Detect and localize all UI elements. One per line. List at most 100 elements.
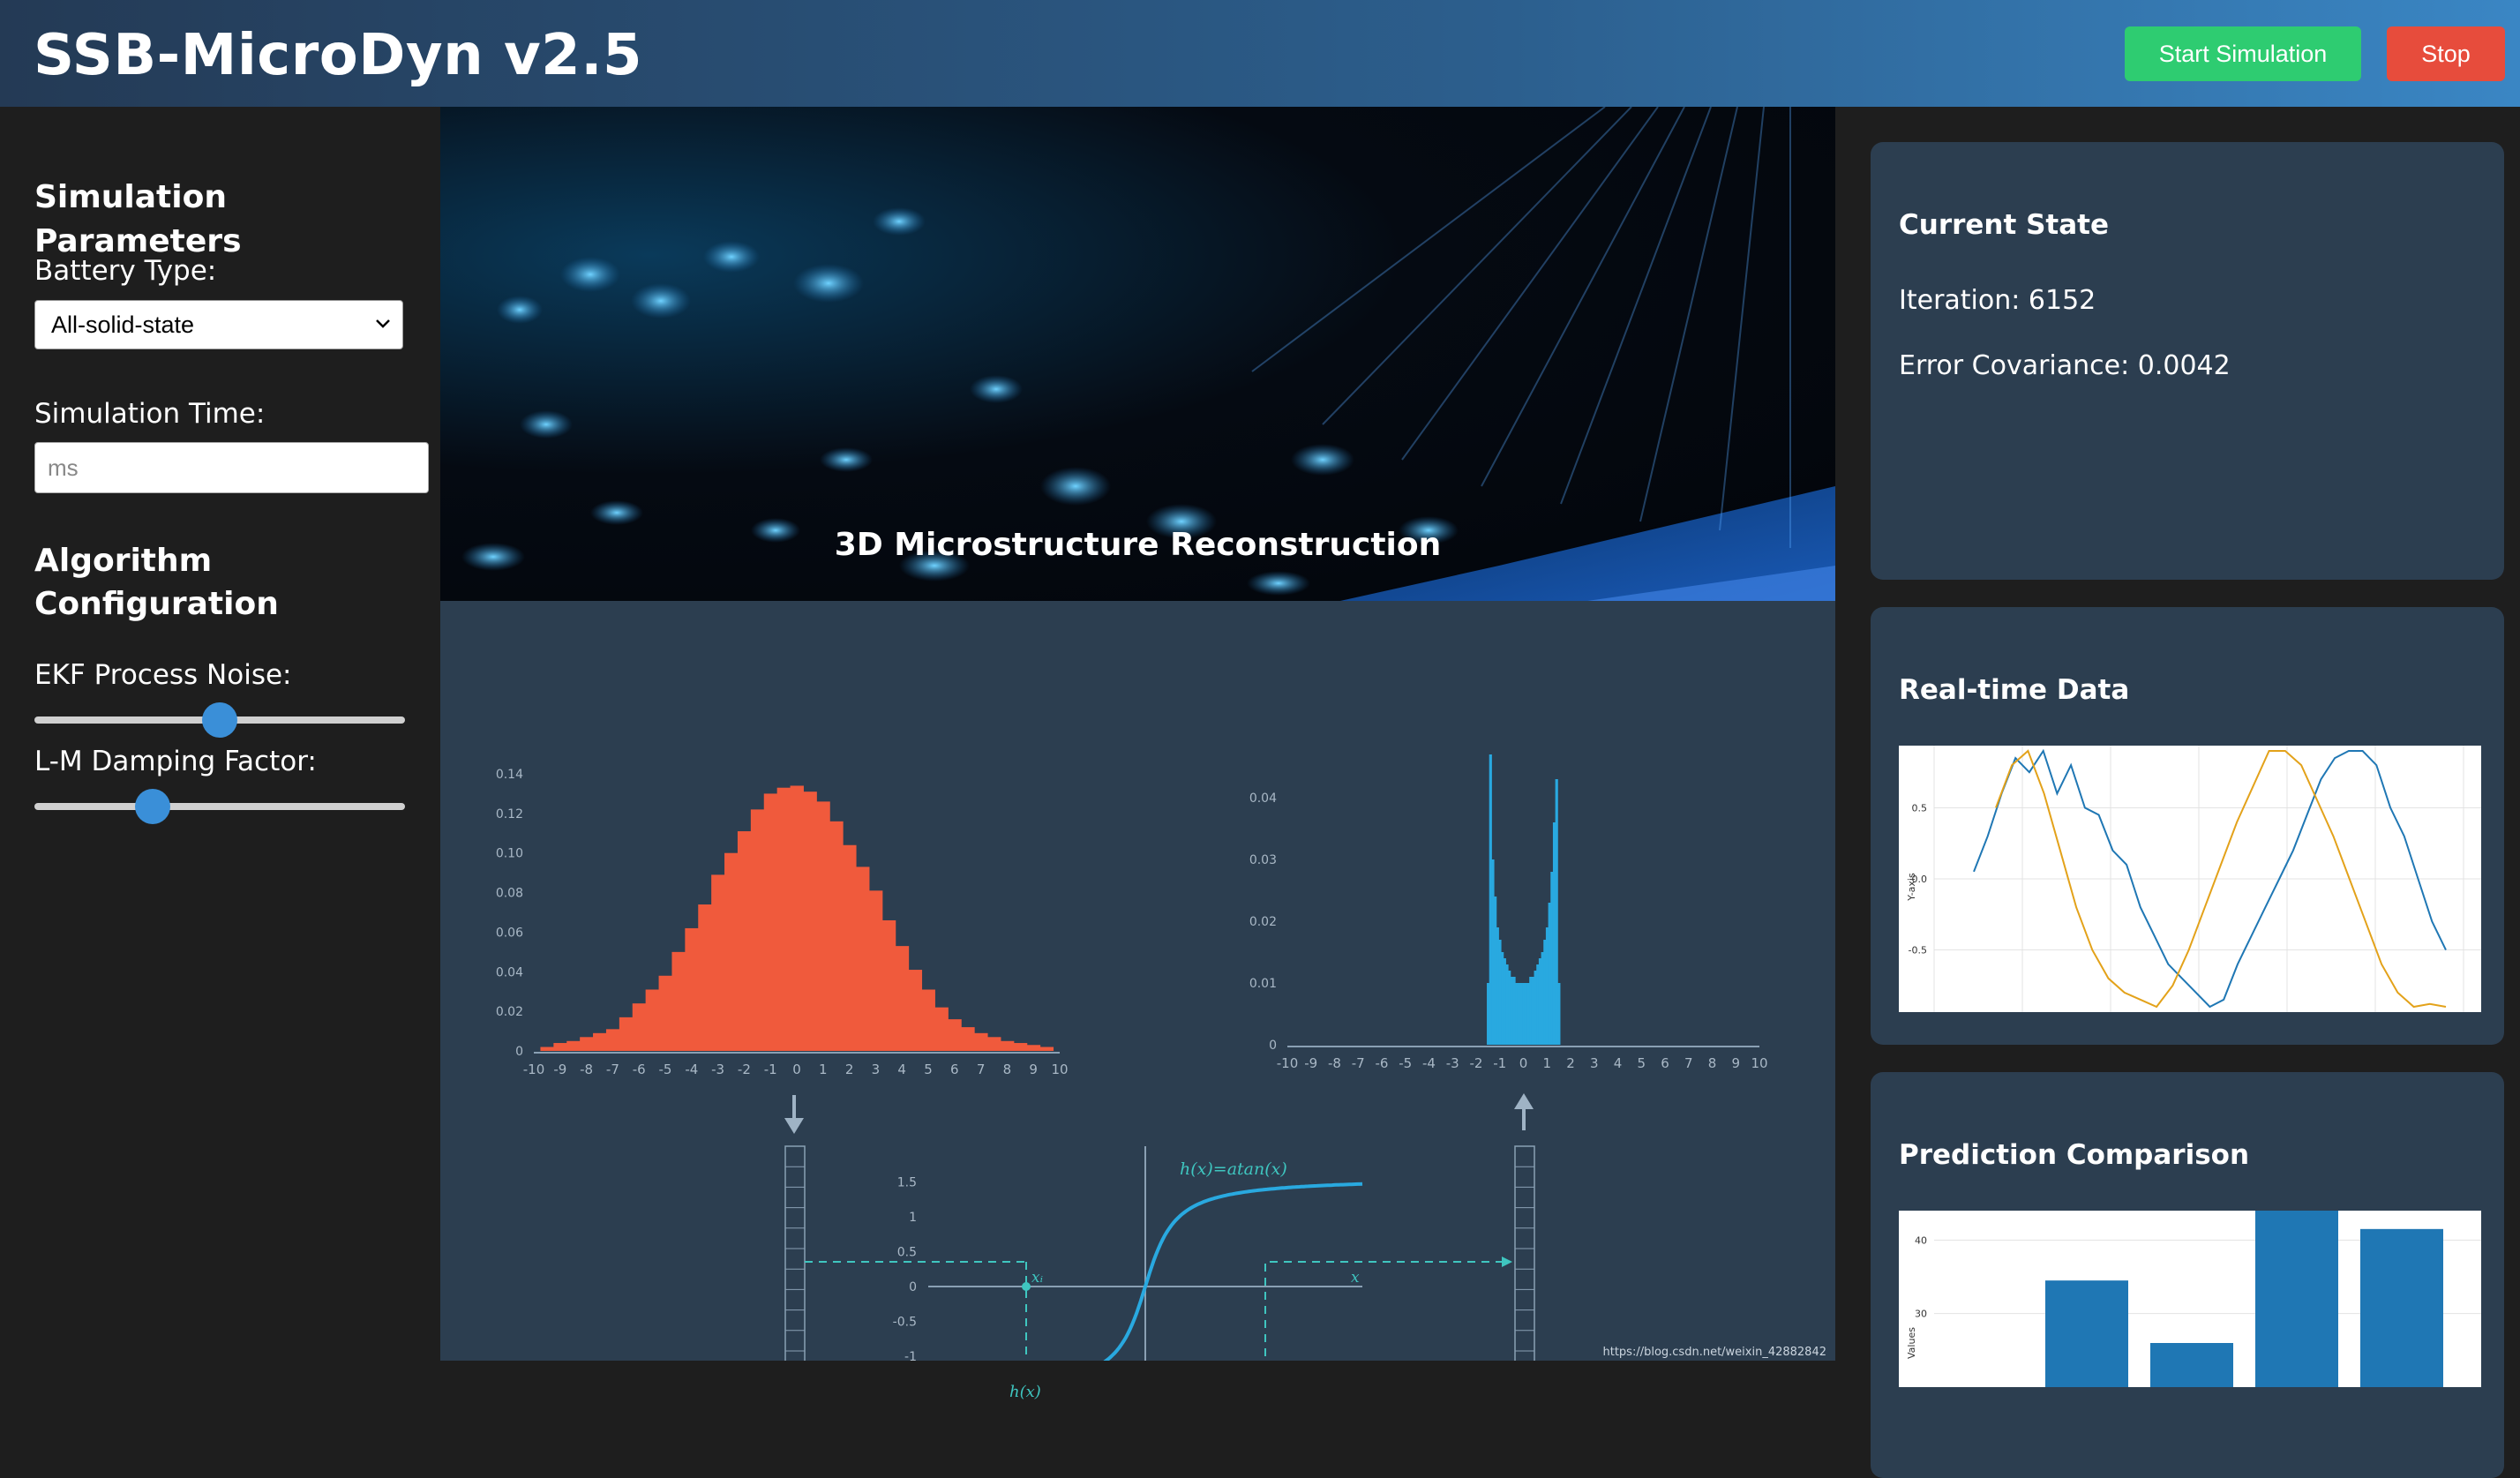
ekf-transform-diagram: 0 0.02 0.04 0.06 0.08 0.10 0.12 0.14 -10 -9 -8 -7-… xyxy=(440,601,1835,1422)
simulation-time-label: Simulation Time: xyxy=(34,398,266,430)
stop-button[interactable]: Stop xyxy=(2387,26,2505,81)
y-tick-label: 0 xyxy=(909,1280,917,1294)
battery-type-select[interactable]: All-solid-state xyxy=(34,300,403,349)
prediction-bar xyxy=(2360,1228,2443,1387)
algorithm-configuration-title-line1: Algorithm xyxy=(34,543,213,579)
histogram-bar xyxy=(961,1027,975,1051)
histogram-bar xyxy=(895,946,910,1051)
y-tick-label: 0.04 xyxy=(1249,792,1277,806)
x-tick-label: -9 xyxy=(1304,1055,1317,1071)
ekf-diagram-canvas: 00.020.040.060.080.100.120.14 -10 -9 -8 -7-… xyxy=(496,754,1768,1422)
battery-type-label: Battery Type: xyxy=(34,255,217,287)
histogram-bar xyxy=(790,785,804,1051)
histogram-bar xyxy=(540,1047,554,1051)
prediction-comparison-title: Prediction Comparison xyxy=(1899,1139,2250,1171)
histogram-bar xyxy=(632,1003,647,1051)
lm-damping-factor-slider[interactable] xyxy=(34,789,405,824)
y-tick-label: 0.04 xyxy=(496,965,523,979)
x-tick-label: 10 xyxy=(1751,1055,1767,1071)
ekf-process-noise-slider[interactable] xyxy=(34,702,405,738)
x-tick-label: 9 xyxy=(1731,1055,1740,1071)
histogram-bar xyxy=(711,874,725,1051)
y-tick-label: -1 xyxy=(904,1350,917,1361)
input-distribution-histogram: 00.020.040.060.080.100.120.14 -10 -9 -8 -7-… xyxy=(496,768,1069,1077)
y-tick-label: 0.08 xyxy=(496,887,523,901)
main-panel: 3D Microstructure Reconstruction 0 0.02 0.… xyxy=(440,107,1835,1422)
x-tick-label: -3 xyxy=(711,1062,724,1077)
start-simulation-button[interactable]: Start Simulation xyxy=(2125,26,2361,81)
ekf-slider-handle[interactable] xyxy=(202,702,237,738)
realtime-y-axis-label: Y-axis xyxy=(1906,873,1917,902)
histogram-bar xyxy=(553,1043,567,1051)
x-tick-label: 4 xyxy=(897,1062,906,1077)
histogram-bar xyxy=(908,970,923,1051)
x-tick-label: 6 xyxy=(1661,1055,1669,1071)
x-tick-label: 3 xyxy=(872,1062,881,1077)
x-tick-label: -6 xyxy=(1376,1055,1389,1071)
histogram-bar xyxy=(763,793,778,1051)
x-tick-label: -6 xyxy=(633,1062,646,1077)
lm-slider-handle[interactable] xyxy=(135,789,170,824)
x-tick-label: 6 xyxy=(950,1062,959,1077)
histogram-bar xyxy=(737,831,752,1051)
y-tick-label: -0.5 xyxy=(893,1316,917,1330)
y-tick-label: 0.02 xyxy=(496,1005,523,1019)
prediction-bar xyxy=(2255,1211,2338,1387)
x-tick-label: 2 xyxy=(1566,1055,1575,1071)
histogram-bar xyxy=(816,801,830,1051)
microstructure-banner-image: 3D Microstructure Reconstruction xyxy=(440,107,1835,601)
x-tick-label: 0 xyxy=(1519,1055,1528,1071)
x-tick-label: -9 xyxy=(553,1062,566,1077)
histogram-bar xyxy=(685,927,699,1051)
ekf-process-noise-label: EKF Process Noise: xyxy=(34,659,292,691)
x-tick-label: -8 xyxy=(580,1062,593,1077)
x-tick-label: -5 xyxy=(1399,1055,1412,1071)
x-tick-label: -10 xyxy=(1277,1055,1299,1071)
realtime-data-title: Real-time Data xyxy=(1899,674,2130,706)
y-tick-label: 0 xyxy=(515,1045,523,1059)
chevron-down-icon xyxy=(371,311,395,342)
simulation-time-input[interactable]: ms xyxy=(34,442,429,493)
y-tick-label: 40 xyxy=(1915,1234,1927,1246)
iteration-value: Iteration: 6152 xyxy=(1899,285,2096,316)
histogram-bar xyxy=(868,890,883,1051)
histogram-bar xyxy=(1013,1043,1028,1051)
histogram-bar xyxy=(645,989,660,1051)
histogram-bar xyxy=(856,867,870,1051)
x-tick-label: -10 xyxy=(523,1062,545,1077)
histogram-bar xyxy=(843,844,857,1051)
x-tick-label: 5 xyxy=(924,1062,933,1077)
x-tick-label: -4 xyxy=(685,1062,698,1077)
x-tick-label: 1 xyxy=(1542,1055,1551,1071)
y-tick-label: 0.06 xyxy=(496,926,523,940)
current-state-card: Current State Iteration: 6152 Error Cova… xyxy=(1871,142,2504,580)
atan-formula-label: h(x)=atan(x) xyxy=(1180,1159,1287,1179)
histogram-bar xyxy=(921,989,935,1051)
histogram-bar xyxy=(776,787,791,1051)
y-tick-label: 0.5 xyxy=(897,1246,917,1260)
histogram-bar xyxy=(619,1017,634,1051)
image-source-url: https://blog.csdn.net/weixin_42882842 xyxy=(1602,1346,1826,1359)
y-tick-label: 1 xyxy=(909,1211,917,1225)
y-tick-label: 0.12 xyxy=(496,807,523,822)
x-label: x xyxy=(1351,1269,1360,1287)
histogram-bar xyxy=(1039,1047,1054,1051)
x-tick-label: 0 xyxy=(792,1062,801,1077)
x-tick-label: 1 xyxy=(819,1062,828,1077)
x-tick-label: 8 xyxy=(1708,1055,1717,1071)
histogram-bar xyxy=(829,821,844,1051)
prediction-y-axis-label: Values xyxy=(1906,1327,1917,1359)
x-tick-label: 5 xyxy=(1637,1055,1646,1071)
output-vector-y xyxy=(1514,1145,1535,1372)
output-distribution-histogram: 00.010.020.030.04 -10 -9 -8 -7 -6 -5 -4 -3 -2 -1 0… xyxy=(1249,754,1768,1071)
y-tick-label: 1.5 xyxy=(897,1176,917,1190)
histogram-bar xyxy=(724,852,739,1051)
hx-label: h(x) xyxy=(1009,1383,1041,1401)
prediction-bar xyxy=(2150,1343,2233,1387)
sidebar: Simulation Parameters Battery Type: All-… xyxy=(0,107,440,1361)
y-tick-label: 0.14 xyxy=(496,768,523,782)
histogram-bar xyxy=(1026,1045,1041,1051)
input-vector-x xyxy=(784,1145,806,1372)
histogram-bar xyxy=(1557,983,1561,1045)
histogram-bar xyxy=(948,1019,962,1051)
